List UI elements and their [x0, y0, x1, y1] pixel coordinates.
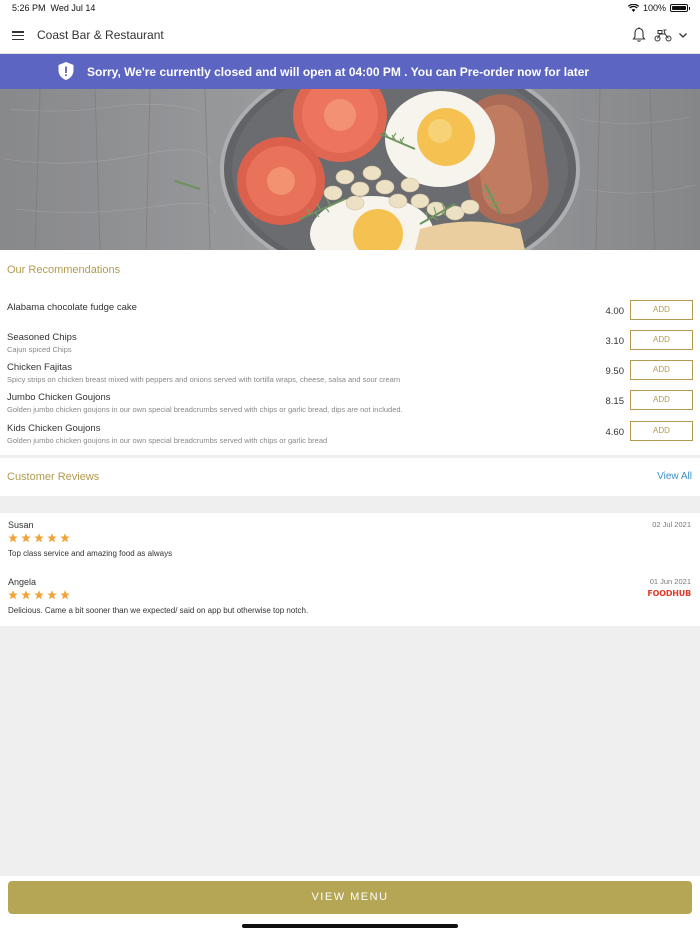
star-icon [60, 533, 70, 543]
item-description: Golden jumbo chicken goujons in our own … [7, 405, 403, 414]
item-description: Spicy strips on chicken breast mixed wit… [7, 375, 401, 384]
add-button[interactable]: ADD [630, 360, 693, 380]
menu-item: Jumbo Chicken Goujons Golden jumbo chick… [0, 390, 700, 418]
star-icon [8, 533, 18, 543]
item-name: Seasoned Chips [7, 332, 77, 343]
wifi-icon [627, 4, 639, 12]
star-rating [8, 590, 70, 600]
star-icon [60, 590, 70, 600]
star-icon [21, 533, 31, 543]
item-description: Golden jumbo chicken goujons in our own … [7, 436, 328, 445]
item-name: Chicken Fajitas [7, 362, 72, 373]
item-price: 9.50 [605, 366, 625, 377]
review-date: 02 Jul 2021 [652, 520, 691, 529]
recommendations-title: Our Recommendations [7, 264, 121, 276]
closed-banner: Sorry, We're currently closed and will o… [0, 54, 700, 89]
shield-icon [58, 62, 74, 80]
star-icon [21, 590, 31, 600]
menu-icon[interactable] [12, 31, 24, 41]
star-rating [8, 533, 70, 543]
star-icon [34, 590, 44, 600]
review-item: Susan 02 Jul 2021 Top class service and … [0, 513, 700, 563]
battery-percent: 100% [642, 3, 666, 13]
item-price: 4.00 [605, 306, 625, 317]
star-icon [8, 590, 18, 600]
menu-item: Alabama chocolate fudge cake 4.00 ADD [0, 300, 700, 328]
bottom-bar: VIEW MENU [0, 876, 700, 934]
item-price: 8.15 [605, 396, 625, 407]
item-name: Jumbo Chicken Goujons [7, 392, 111, 403]
menu-item: Chicken Fajitas Spicy strips on chicken … [0, 360, 700, 388]
view-menu-button[interactable]: VIEW MENU [8, 881, 692, 914]
restaurant-title: Coast Bar & Restaurant [37, 28, 164, 42]
home-indicator[interactable] [242, 924, 458, 928]
item-price: 4.60 [605, 427, 625, 438]
chevron-down-icon[interactable] [678, 30, 688, 40]
item-price: 3.10 [605, 336, 625, 347]
status-right: 100% [627, 3, 690, 13]
item-description: Cajun spiced Chips [7, 345, 72, 354]
status-bar: 5:26 PM Wed Jul 14 100% [0, 0, 700, 17]
review-text: Delicious. Came a bit sooner than we exp… [8, 606, 309, 615]
add-button[interactable]: ADD [630, 421, 693, 441]
reviews-header: Customer Reviews View All [0, 458, 700, 496]
status-time-date: 5:26 PM Wed Jul 14 [12, 3, 96, 13]
item-name: Alabama chocolate fudge cake [7, 302, 137, 313]
add-button[interactable]: ADD [630, 390, 693, 410]
review-item: Angela 01 Jun 2021 FOODHUB Delicious. Ca… [0, 570, 700, 620]
hero-image [0, 89, 700, 250]
app-header: Coast Bar & Restaurant [0, 17, 700, 54]
foodhub-logo: FOODHUB [647, 589, 691, 598]
review-text: Top class service and amazing food as al… [8, 549, 173, 558]
review-author: Susan [8, 520, 34, 530]
battery-icon [670, 4, 690, 12]
review-author: Angela [8, 577, 37, 587]
review-date: 01 Jun 2021 [649, 577, 691, 586]
star-icon [34, 533, 44, 543]
add-button[interactable]: ADD [630, 300, 693, 320]
view-all-link[interactable]: View All [657, 471, 692, 482]
item-name: Kids Chicken Goujons [7, 423, 101, 434]
reviews-list: Susan 02 Jul 2021 Top class service and … [0, 513, 700, 626]
scooter-icon[interactable] [654, 28, 672, 42]
closed-message: Sorry, We're currently closed and will o… [87, 65, 590, 79]
menu-item: Kids Chicken Goujons Golden jumbo chicke… [0, 421, 700, 449]
bell-icon[interactable] [632, 27, 646, 43]
star-icon [47, 533, 57, 543]
reviews-title: Customer Reviews [7, 471, 100, 483]
recommendations-section: Our Recommendations Alabama chocolate fu… [0, 250, 700, 455]
star-icon [47, 590, 57, 600]
menu-item: Seasoned Chips Cajun spiced Chips 3.10 A… [0, 330, 700, 358]
add-button[interactable]: ADD [630, 330, 693, 350]
